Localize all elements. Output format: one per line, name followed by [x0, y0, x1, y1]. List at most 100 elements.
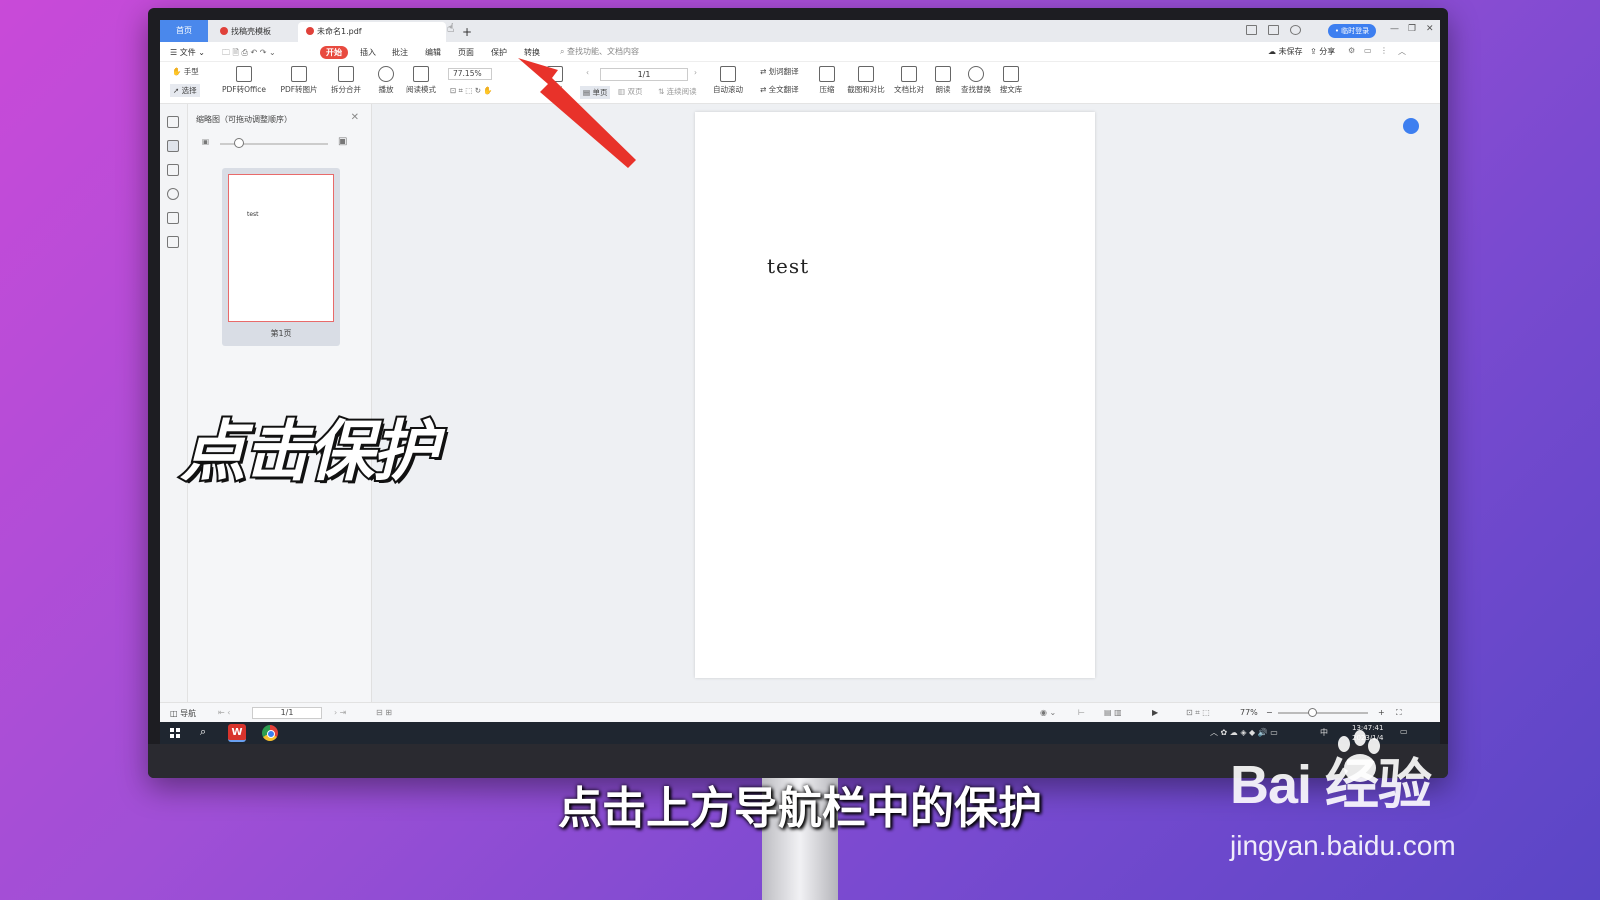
slider-handle[interactable] [234, 138, 244, 148]
page-input[interactable]: 1/1 [600, 68, 688, 81]
prev-page-icon[interactable]: ‹ [586, 68, 589, 77]
search-placeholder: 查找功能、文档内容 [567, 47, 640, 56]
play-icon[interactable]: ▶ [1152, 708, 1158, 717]
avatar-icon[interactable] [1290, 25, 1301, 35]
taskbar-search-icon[interactable]: ⌕ [200, 725, 206, 739]
zoom-select[interactable]: 77.15% [448, 68, 492, 80]
document-text[interactable]: test [767, 254, 809, 278]
tray-icons[interactable]: ︿ ✿ ☁ ◈ ◆ 🔊 ▭ [1210, 727, 1278, 738]
settings-icon[interactable]: ⚙ [1348, 46, 1355, 55]
full-translate-button[interactable]: ⇄ 全文翻译 [760, 84, 799, 95]
pdf-to-image-button[interactable]: PDF转图片 [278, 66, 320, 95]
chrome-app-icon[interactable] [262, 725, 278, 741]
next-last-page-icons[interactable]: › ⇥ [334, 708, 346, 717]
find-replace-button[interactable]: 查找替换 [958, 66, 994, 95]
assistant-float-button[interactable] [1403, 118, 1419, 134]
nav-toggle[interactable]: ◫ 导航 [170, 708, 196, 719]
menu-insert[interactable]: 插入 [360, 46, 376, 59]
view-mode-icons[interactable]: ▤ ▥ [1104, 708, 1122, 717]
hand-tool[interactable]: ✋ 手型 [172, 66, 199, 77]
wps-icon [220, 27, 228, 35]
menu-file[interactable]: ☰ 文件 ⌄ [170, 46, 205, 59]
zoom-out-icon[interactable]: − [1266, 708, 1273, 717]
wps-app-icon[interactable]: W [228, 724, 246, 742]
attachment-icon[interactable] [167, 188, 179, 200]
view-tools[interactable]: ⊡ ⌗ ⬚ ↻ ✋ [450, 86, 493, 96]
double-page-button[interactable]: ▥ 双页 [618, 86, 642, 97]
bookmark-icon[interactable] [167, 116, 179, 128]
status-page-input[interactable]: 1/1 [252, 707, 322, 719]
ruler-icon[interactable]: ⊢ [1078, 708, 1085, 717]
signature-icon[interactable] [167, 212, 179, 224]
login-button[interactable]: • 临时登录 [1328, 24, 1376, 38]
new-tab-button[interactable]: + [462, 22, 478, 42]
more-icon[interactable]: ⋮ [1380, 46, 1388, 55]
pdf-page[interactable]: test [695, 112, 1095, 678]
layers-icon[interactable] [167, 236, 179, 248]
doc-button[interactable]: 文档 [542, 66, 568, 95]
menu-start[interactable]: 开始 [320, 46, 348, 59]
menu-edit[interactable]: 编辑 [425, 46, 441, 59]
zoom-slider[interactable] [1278, 712, 1368, 714]
close-icon[interactable]: ✕ [351, 112, 359, 123]
menu-file-label: 文件 [179, 48, 196, 57]
restore-icon[interactable]: ❐ [1408, 24, 1416, 34]
notification-icon[interactable]: ▭ [1400, 727, 1408, 736]
menu-page[interactable]: 页面 [458, 46, 474, 59]
tab-home[interactable]: 首页 [160, 20, 208, 42]
fit-icons[interactable]: ⊟ ⊞ [376, 708, 392, 717]
comment-icon[interactable]: ▭ [1364, 46, 1372, 55]
next-page-icon[interactable]: › [694, 68, 697, 77]
status-zoom[interactable]: 77% [1240, 708, 1258, 717]
speaker-icon [935, 66, 951, 82]
menu-annotate[interactable]: 批注 [392, 46, 408, 59]
select-label: 选择 [181, 86, 197, 95]
layout-icon[interactable] [1246, 25, 1257, 35]
read-mode-button[interactable]: 阅读模式 [403, 66, 439, 95]
thumbnail-icon[interactable] [167, 140, 179, 152]
tab-file[interactable]: 未命名1.pdf [298, 22, 446, 42]
split-merge-button[interactable]: 拆分合并 [326, 66, 366, 95]
ime-indicator[interactable]: 中 [1320, 727, 1328, 738]
play-button[interactable]: 播放 [375, 66, 397, 95]
fullscreen-icon[interactable]: ⛶ [1396, 708, 1402, 718]
select-tool[interactable]: ➚ 选择 [170, 84, 200, 97]
word-translate-button[interactable]: ⇄ 划词翻译 [760, 66, 799, 77]
zoom-slider-handle[interactable] [1308, 708, 1317, 717]
grid-icon[interactable] [1268, 25, 1279, 35]
close-window-icon[interactable]: ✕ [1426, 24, 1434, 34]
eye-icon[interactable]: ◉ ⌄ [1040, 708, 1056, 717]
baidu-paw-icon [1338, 730, 1380, 782]
quick-access-icons[interactable]: 🗀 🗎 ⎙ ↶ ↷ ⌄ [222, 46, 276, 59]
screenshot-compare-button[interactable]: 截图和对比 [844, 66, 888, 95]
search-input[interactable]: ⌕ 查找功能、文档内容 [560, 46, 639, 57]
app-screen: 首页 找稿壳模板 未命名1.pdf + ☝ • 临时登录 — ❐ ✕ ☰ 文件 … [160, 20, 1440, 744]
read-aloud-button[interactable]: 朗读 [932, 66, 954, 95]
play-label: 播放 [378, 85, 394, 94]
small-image-icon[interactable]: ▣ [202, 137, 209, 146]
zoom-in-icon[interactable]: + [1378, 708, 1385, 717]
large-image-icon[interactable]: ▣ [338, 136, 347, 147]
search-library-button[interactable]: 搜文库 [998, 66, 1024, 95]
page-thumbnail[interactable]: test 第1页 [222, 168, 340, 346]
minimize-icon[interactable]: — [1390, 24, 1399, 34]
windows-start-icon[interactable] [170, 728, 180, 738]
hand-label: 手型 [183, 67, 199, 76]
unsaved-status[interactable]: ☁ 未保存 [1268, 46, 1303, 57]
pdf-to-office-button[interactable]: PDF转Office [218, 66, 270, 95]
fit-page-icons[interactable]: ⊡ ⌗ ⬚ [1186, 708, 1210, 718]
compress-button[interactable]: 压缩 [816, 66, 838, 95]
thumbnail-page-label: 第1页 [270, 329, 292, 338]
document-area[interactable]: test [372, 104, 1440, 702]
continuous-button[interactable]: ⇅ 连续阅读 [658, 86, 697, 97]
single-page-button[interactable]: ▤ 单页 [580, 86, 611, 99]
share-button[interactable]: ⇪ 分享 [1310, 46, 1335, 57]
auto-scroll-button[interactable]: 自动滚动 [708, 66, 748, 95]
collapse-icon[interactable]: ︿ [1398, 46, 1406, 57]
doc-compare-button[interactable]: 文档比对 [892, 66, 926, 95]
first-prev-page-icons[interactable]: ⇤ ‹ [218, 708, 230, 717]
menu-convert[interactable]: 转换 [524, 46, 540, 59]
annotation-icon[interactable] [167, 164, 179, 176]
tab-template[interactable]: 找稿壳模板 [212, 22, 294, 42]
menu-protect[interactable]: 保护 [491, 46, 507, 59]
